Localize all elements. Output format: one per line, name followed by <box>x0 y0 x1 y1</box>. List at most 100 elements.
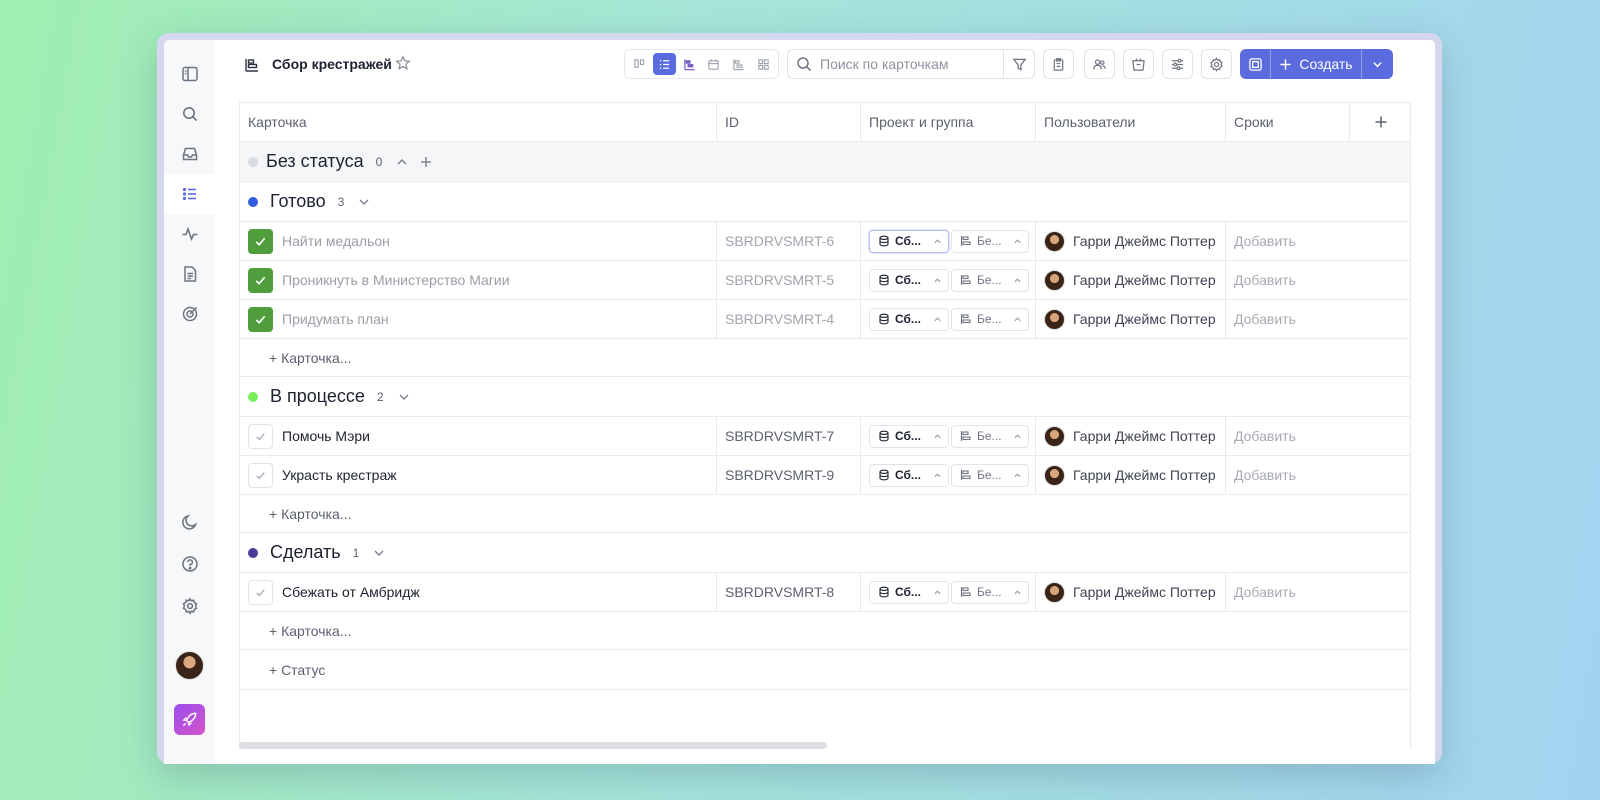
table-row[interactable]: Помочь Мэри SBRDRVSMRT-7 Сб... Бе... Гар… <box>240 417 1410 456</box>
task-title[interactable]: Сбежать от Амбридж <box>282 584 420 600</box>
task-checkbox[interactable] <box>248 267 273 293</box>
date-cell[interactable]: Добавить <box>1226 222 1410 260</box>
users-cell[interactable]: Гарри Джеймс Поттер <box>1036 222 1226 260</box>
status-dot <box>248 196 258 207</box>
users-cell[interactable]: Гарри Джеймс Поттер <box>1036 456 1226 494</box>
launch-button[interactable] <box>174 704 205 735</box>
group-chip[interactable]: Бе... <box>951 463 1029 487</box>
table-row[interactable]: Придумать план SBRDRVSMRT-4 Сб... Бе... <box>240 300 1410 339</box>
task-checkbox[interactable] <box>248 228 273 254</box>
page-title: Сбор крестражей <box>272 56 392 72</box>
group-chip[interactable]: Бе... <box>951 268 1029 292</box>
add-status-button[interactable]: + Статус <box>269 650 325 689</box>
task-checkbox[interactable] <box>248 306 273 332</box>
sidebar-goals-button[interactable] <box>164 294 215 334</box>
column-header-id[interactable]: ID <box>717 103 861 141</box>
add-card-button[interactable]: + Карточка... <box>269 495 351 532</box>
group-chip[interactable]: Бе... <box>951 424 1029 448</box>
project-name: Сб... <box>895 468 921 482</box>
view-kanban-button[interactable] <box>628 53 652 75</box>
sidebar-documents-button[interactable] <box>164 254 215 294</box>
chevron-up-icon <box>1014 589 1021 594</box>
project-cell: Сб... Бе... <box>861 573 1036 611</box>
task-checkbox[interactable] <box>248 579 273 605</box>
sidebar-activity-button[interactable] <box>164 214 215 254</box>
project-name: Сб... <box>895 273 921 287</box>
view-list-button[interactable] <box>652 53 677 75</box>
add-card-button[interactable]: + Карточка... <box>269 339 351 376</box>
table-row[interactable]: Сбежать от Амбридж SBRDRVSMRT-8 Сб... Бе… <box>240 573 1410 612</box>
create-dropdown-button[interactable] <box>1362 49 1393 79</box>
sidebar-theme-button[interactable] <box>164 502 215 542</box>
chevron-down-icon[interactable] <box>398 391 410 403</box>
group-chip[interactable]: Бе... <box>951 580 1029 604</box>
users-cell[interactable]: Гарри Джеймс Поттер <box>1036 261 1226 299</box>
search-input[interactable] <box>820 56 990 72</box>
column-header-dates[interactable]: Сроки <box>1226 103 1350 141</box>
plus-icon[interactable] <box>420 156 432 168</box>
task-checkbox[interactable] <box>248 462 273 488</box>
users-cell[interactable]: Гарри Джеймс Поттер <box>1036 300 1226 338</box>
task-title[interactable]: Помочь Мэри <box>282 428 370 444</box>
task-id: SBRDRVSMRT-9 <box>717 456 861 494</box>
add-card-button[interactable]: + Карточка... <box>269 612 351 649</box>
sidebar-search-button[interactable] <box>164 94 215 134</box>
sidebar-help-button[interactable] <box>164 544 215 584</box>
sidebar-list-button[interactable] <box>164 174 215 214</box>
create-template-button[interactable] <box>1240 49 1271 79</box>
status-group-name: В процессе <box>270 386 365 406</box>
target-icon <box>182 306 197 322</box>
users-cell[interactable]: Гарри Джеймс Поттер <box>1036 573 1226 611</box>
task-checkbox[interactable] <box>248 423 273 449</box>
column-header-card[interactable]: Карточка <box>240 103 717 141</box>
date-cell[interactable]: Добавить <box>1226 456 1410 494</box>
members-button[interactable] <box>1084 49 1115 79</box>
project-chip[interactable]: Сб... <box>869 229 949 253</box>
task-title[interactable]: Украсть крестраж <box>282 467 397 483</box>
table-row[interactable]: Украсть крестраж SBRDRVSMRT-9 Сб... Бе..… <box>240 456 1410 495</box>
group-chip[interactable]: Бе... <box>951 307 1029 331</box>
group-chip[interactable]: Бе... <box>951 229 1029 253</box>
date-cell[interactable]: Добавить <box>1226 300 1410 338</box>
task-title[interactable]: Найти медальон <box>282 233 390 249</box>
project-chip[interactable]: Сб... <box>869 268 949 292</box>
column-header-project[interactable]: Проект и группа <box>861 103 1036 141</box>
archive-button[interactable] <box>1043 49 1074 79</box>
group-name: Бе... <box>977 234 1002 248</box>
avatar <box>1044 581 1065 603</box>
chevron-down-icon[interactable] <box>358 196 370 208</box>
project-chip[interactable]: Сб... <box>869 463 949 487</box>
task-title[interactable]: Проникнуть в Министерство Магии <box>282 272 510 288</box>
column-header-users[interactable]: Пользователи <box>1036 103 1226 141</box>
cards-table: Карточка ID Проект и группа Пользователи… <box>239 102 1411 749</box>
chevron-up-icon[interactable] <box>396 156 408 168</box>
search-icon <box>797 57 812 72</box>
adjustments-button[interactable] <box>1162 49 1193 79</box>
view-calendar-button[interactable] <box>702 53 726 75</box>
date-cell[interactable]: Добавить <box>1226 261 1410 299</box>
project-chip[interactable]: Сб... <box>869 307 949 331</box>
horizontal-scrollbar[interactable] <box>239 742 827 749</box>
sidebar-toggle-button[interactable] <box>164 54 215 94</box>
sidebar-inbox-button[interactable] <box>164 134 215 174</box>
trash-button[interactable] <box>1123 49 1154 79</box>
filter-button[interactable] <box>1003 49 1035 79</box>
add-column-button[interactable] <box>1350 103 1410 141</box>
view-timeline-button[interactable] <box>727 53 751 75</box>
date-cell[interactable]: Добавить <box>1226 573 1410 611</box>
user-avatar[interactable] <box>175 651 204 680</box>
table-row[interactable]: Найти медальон SBRDRVSMRT-6 Сб... Бе... <box>240 222 1410 261</box>
sidebar-settings-button[interactable] <box>164 586 215 626</box>
task-title[interactable]: Придумать план <box>282 311 389 327</box>
board-settings-button[interactable] <box>1201 49 1232 79</box>
chevron-down-icon[interactable] <box>373 547 385 559</box>
view-grid-button[interactable] <box>751 53 775 75</box>
star-icon[interactable] <box>395 55 411 71</box>
project-chip[interactable]: Сб... <box>869 424 949 448</box>
table-row[interactable]: Проникнуть в Министерство Магии SBRDRVSM… <box>240 261 1410 300</box>
date-cell[interactable]: Добавить <box>1226 417 1410 455</box>
users-cell[interactable]: Гарри Джеймс Поттер <box>1036 417 1226 455</box>
project-chip[interactable]: Сб... <box>869 580 949 604</box>
create-button[interactable]: Создать <box>1271 49 1362 79</box>
view-gantt-button[interactable] <box>677 53 701 75</box>
